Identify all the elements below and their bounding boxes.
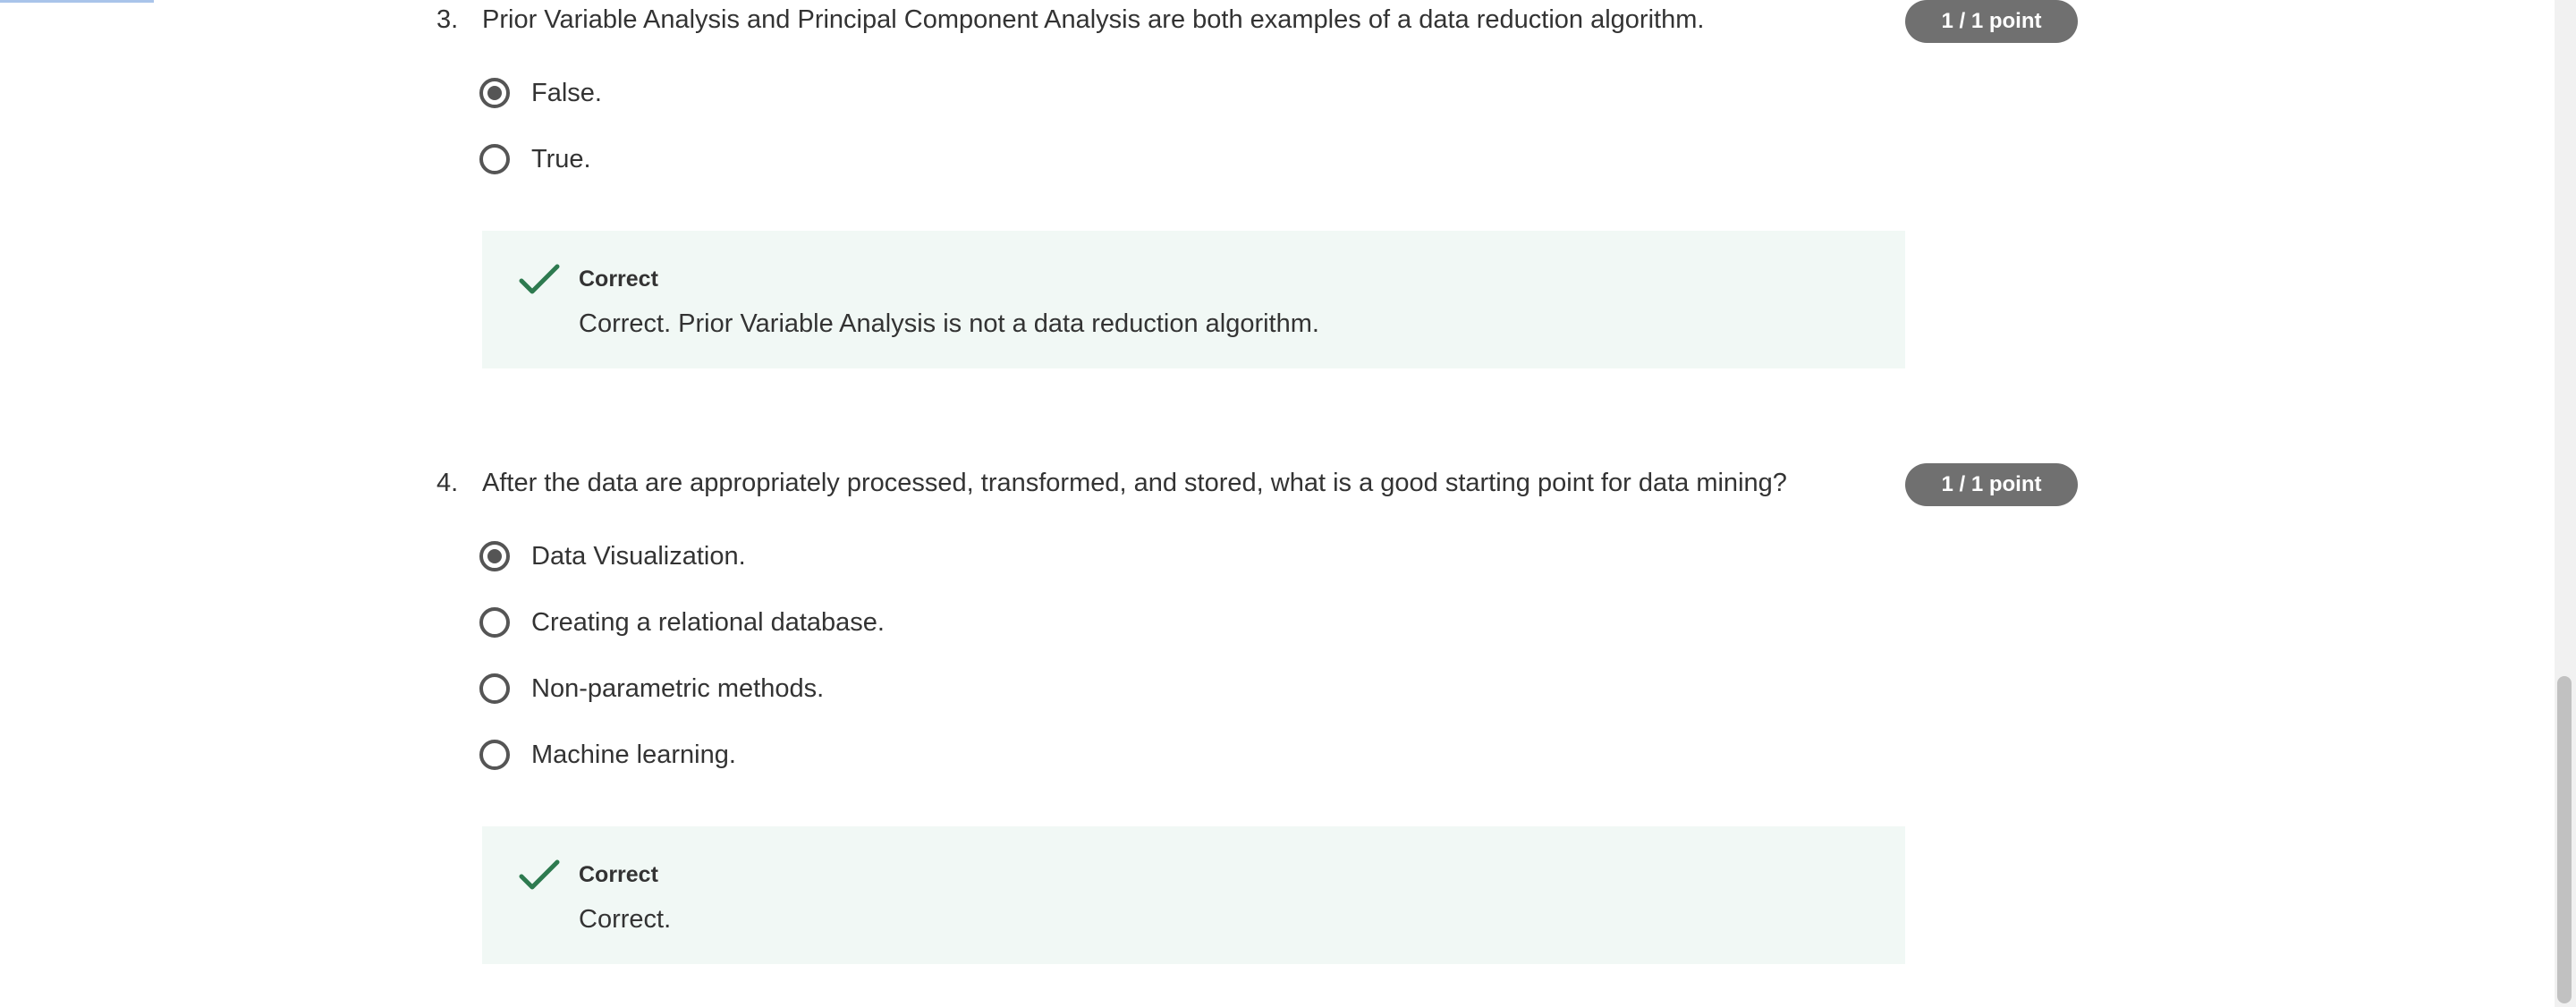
option-label: True.	[531, 145, 591, 173]
points-badge: 1 / 1 point	[1905, 463, 2078, 506]
question-number: 3.	[436, 5, 459, 34]
option-label: Data Visualization.	[531, 542, 746, 571]
option-false[interactable]: False.	[479, 73, 602, 113]
question-number: 4.	[436, 469, 459, 497]
option-label: False.	[531, 79, 602, 107]
option-true[interactable]: True.	[479, 140, 591, 179]
feedback-box: Correct Correct. Prior Variable Analysis…	[482, 231, 1905, 368]
scrollbar-thumb[interactable]	[2557, 676, 2572, 1003]
question-text: Prior Variable Analysis and Principal Co…	[482, 5, 1705, 34]
option-machine-learning[interactable]: Machine learning.	[479, 735, 736, 774]
option-non-parametric[interactable]: Non-parametric methods.	[479, 669, 824, 708]
feedback-title: Correct	[579, 267, 658, 292]
option-label: Machine learning.	[531, 740, 736, 769]
feedback-text: Correct. Prior Variable Analysis is not …	[579, 309, 1319, 338]
radio-unselected-icon[interactable]	[479, 673, 510, 704]
checkmark-icon	[519, 859, 560, 890]
option-label: Creating a relational database.	[531, 608, 885, 637]
points-badge: 1 / 1 point	[1905, 0, 2078, 43]
radio-unselected-icon[interactable]	[479, 740, 510, 770]
option-relational-database[interactable]: Creating a relational database.	[479, 603, 885, 642]
quiz-results-page: 3. Prior Variable Analysis and Principal…	[0, 0, 2576, 1007]
checkmark-icon	[519, 264, 560, 294]
feedback-text: Correct.	[579, 905, 672, 934]
radio-unselected-icon[interactable]	[479, 607, 510, 638]
question-text: After the data are appropriately process…	[482, 469, 1787, 497]
top-link-underline[interactable]	[0, 0, 154, 3]
option-data-visualization[interactable]: Data Visualization.	[479, 537, 746, 576]
feedback-box: Correct Correct.	[482, 826, 1905, 964]
option-label: Non-parametric methods.	[531, 674, 825, 703]
radio-selected-icon[interactable]	[479, 541, 510, 571]
feedback-title: Correct	[579, 862, 658, 887]
radio-selected-icon[interactable]	[479, 78, 510, 108]
radio-unselected-icon[interactable]	[479, 144, 510, 174]
